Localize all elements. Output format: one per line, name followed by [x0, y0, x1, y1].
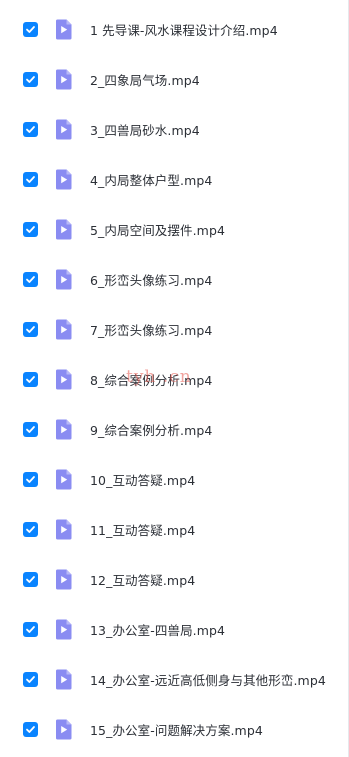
file-row[interactable]: 14_办公室-远近高低侧身与其他形峦.mp4 [0, 654, 345, 704]
checkmark-icon [26, 275, 35, 283]
checkmark-icon [26, 375, 35, 383]
video-file-icon [53, 419, 74, 440]
file-row[interactable]: 4_内局整体户型.mp4 [0, 154, 345, 204]
file-checkbox[interactable] [23, 271, 38, 287]
file-name[interactable]: 12_互动答疑.mp4 [90, 570, 195, 589]
file-name[interactable]: 2_四象局气场.mp4 [90, 70, 200, 89]
video-file-icon [53, 219, 74, 240]
file-row[interactable]: 2_四象局气场.mp4 [0, 54, 345, 104]
file-row[interactable]: 15_办公室-问题解决方案.mp4 [0, 704, 345, 754]
file-row[interactable]: 1 先导课-风水课程设计介绍.mp4 [0, 4, 345, 54]
file-list: 1 先导课-风水课程设计介绍.mp4 2_四象局气场.mp4 3_四兽局砂水.mp4… [0, 0, 349, 757]
checkmark-icon [26, 225, 35, 233]
file-checkbox[interactable] [23, 371, 38, 387]
video-file-icon [53, 269, 74, 290]
checkmark-icon [26, 125, 35, 133]
checkmark-icon [26, 75, 35, 83]
video-file-icon [53, 319, 74, 340]
video-file-icon [53, 69, 74, 90]
file-name[interactable]: 15_办公室-问题解决方案.mp4 [90, 720, 263, 739]
file-row[interactable]: 13_办公室-四兽局.mp4 [0, 604, 345, 654]
checkmark-icon [26, 625, 35, 633]
file-row[interactable]: 7_形峦头像练习.mp4 [0, 304, 345, 354]
video-file-icon [53, 19, 74, 40]
file-row[interactable]: 5_内局空间及摆件.mp4 [0, 204, 345, 254]
file-row[interactable]: 3_四兽局砂水.mp4 [0, 104, 345, 154]
file-checkbox[interactable] [23, 71, 38, 87]
file-checkbox[interactable] [23, 421, 38, 437]
file-name[interactable]: 8_综合案例分析.mp4 [90, 370, 212, 389]
checkmark-icon [26, 325, 35, 333]
checkmark-icon [26, 175, 35, 183]
checkmark-icon [26, 675, 35, 683]
video-file-icon [53, 669, 74, 690]
file-row[interactable]: 9_综合案例分析.mp4 [0, 404, 345, 454]
file-checkbox[interactable] [23, 121, 38, 137]
checkmark-icon [26, 525, 35, 533]
checkmark-icon [26, 25, 35, 33]
file-checkbox[interactable] [23, 171, 38, 187]
file-name[interactable]: 13_办公室-四兽局.mp4 [90, 620, 225, 639]
video-file-icon [53, 169, 74, 190]
checkmark-icon [26, 575, 35, 583]
file-checkbox[interactable] [23, 621, 38, 637]
video-file-icon [53, 369, 74, 390]
file-name[interactable]: 7_形峦头像练习.mp4 [90, 320, 212, 339]
video-file-icon [53, 719, 74, 740]
file-name[interactable]: 3_四兽局砂水.mp4 [90, 120, 200, 139]
checkmark-icon [26, 725, 35, 733]
file-checkbox[interactable] [23, 471, 38, 487]
file-name[interactable]: 5_内局空间及摆件.mp4 [90, 220, 225, 239]
video-file-icon [53, 519, 74, 540]
file-checkbox[interactable] [23, 721, 38, 737]
file-row[interactable]: 8_综合案例分析.mp4 [0, 354, 345, 404]
file-checkbox[interactable] [23, 571, 38, 587]
file-name[interactable]: 11_互动答疑.mp4 [90, 520, 195, 539]
file-row[interactable]: 10_互动答疑.mp4 [0, 454, 345, 504]
file-name[interactable]: 10_互动答疑.mp4 [90, 470, 195, 489]
file-checkbox[interactable] [23, 321, 38, 337]
video-file-icon [53, 569, 74, 590]
file-row[interactable]: 11_互动答疑.mp4 [0, 504, 345, 554]
file-checkbox[interactable] [23, 521, 38, 537]
file-name[interactable]: 14_办公室-远近高低侧身与其他形峦.mp4 [90, 670, 326, 689]
checkmark-icon [26, 425, 35, 433]
video-file-icon [53, 619, 74, 640]
file-name[interactable]: 1 先导课-风水课程设计介绍.mp4 [90, 20, 278, 39]
video-file-icon [53, 469, 74, 490]
file-name[interactable]: 9_综合案例分析.mp4 [90, 420, 212, 439]
file-name[interactable]: 4_内局整体户型.mp4 [90, 170, 212, 189]
file-checkbox[interactable] [23, 671, 38, 687]
video-file-icon [53, 119, 74, 140]
checkmark-icon [26, 475, 35, 483]
file-checkbox[interactable] [23, 221, 38, 237]
file-checkbox[interactable] [23, 21, 38, 37]
file-row[interactable]: 6_形峦头像练习.mp4 [0, 254, 345, 304]
file-name[interactable]: 6_形峦头像练习.mp4 [90, 270, 212, 289]
file-row[interactable]: 12_互动答疑.mp4 [0, 554, 345, 604]
